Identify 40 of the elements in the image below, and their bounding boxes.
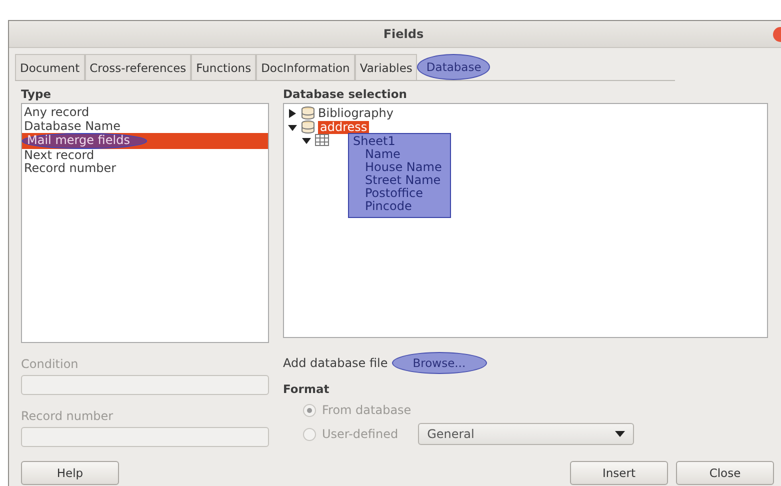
tree-item[interactable]: House Name [353,161,442,174]
radio-label: User-defined [322,427,398,441]
tree-item[interactable]: Postoffice [353,187,442,200]
tree-item[interactable]: Bibliography [318,106,394,120]
window-title: Fields [383,27,424,41]
tab[interactable]: Database [417,54,490,80]
tab[interactable]: Functions [191,54,256,80]
record-number-label: Record number [21,409,114,425]
radio-label: From database [322,403,412,417]
list-item[interactable]: Any record [22,106,268,120]
dropdown-caret-icon [615,431,626,437]
expander-icon[interactable] [288,122,298,132]
list-item[interactable]: Next record [22,148,268,162]
type-label: Type [21,87,52,103]
tab[interactable]: DocInformation [256,54,355,80]
tab[interactable]: Cross-references [84,54,192,80]
list-item[interactable]: Mail merge fields [22,133,268,148]
database-selection-label: Database selection [283,87,408,103]
expander-icon[interactable] [302,136,312,144]
close-button[interactable]: Close [676,461,774,485]
tree-item[interactable]: address [318,120,370,134]
format-label: Format [283,382,330,398]
format-dropdown[interactable]: General [418,423,634,445]
browse-button[interactable]: Browse... [392,352,487,374]
expander-icon[interactable] [288,108,298,118]
database-icon [301,106,315,120]
tree-item[interactable]: Pincode [353,200,442,213]
condition-label: Condition [21,357,80,373]
tree-item[interactable]: Street Name [353,174,442,187]
list-item[interactable]: Record number [22,162,268,176]
database-icon [301,120,315,134]
list-item[interactable]: Database Name [22,120,268,133]
tab[interactable]: Variables [354,54,418,80]
tab[interactable]: Document [15,54,85,80]
tree-item[interactable]: Name [353,148,442,161]
table-icon [315,134,329,146]
insert-button[interactable]: Insert [570,461,668,485]
tree-item[interactable]: Sheet1 [353,135,442,148]
add-database-file-label: Add database file [283,356,388,370]
help-button[interactable]: Help [21,461,119,485]
